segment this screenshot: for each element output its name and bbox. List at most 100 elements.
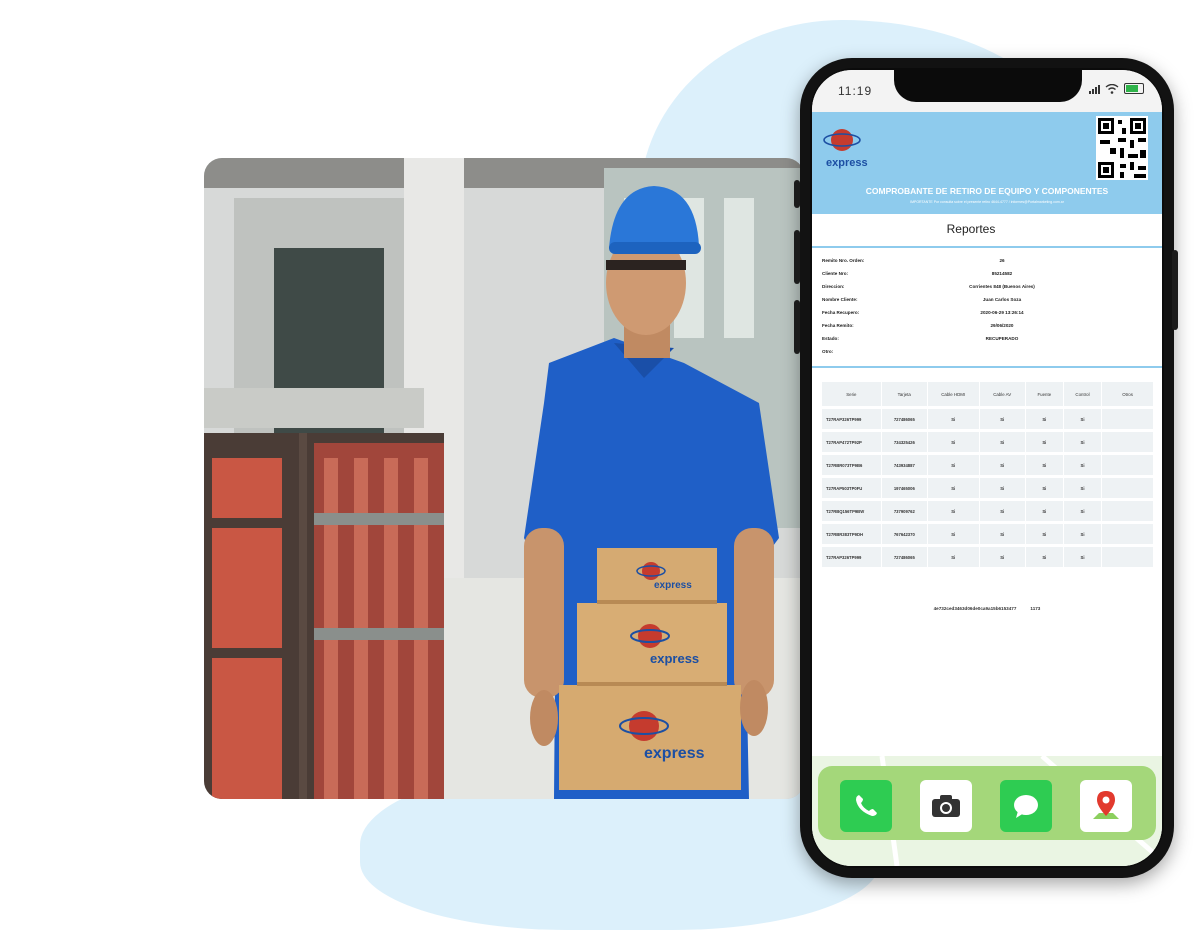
field-label: Otro: bbox=[822, 349, 834, 354]
verification-hash: 4e732ced3463d06de0ca9a15b6153477 1173 bbox=[812, 606, 1162, 611]
table-cell: Si bbox=[1026, 501, 1064, 521]
express-logo: express bbox=[823, 129, 868, 169]
hash-code: 4e732ced3463d06de0ca9a15b6153477 bbox=[933, 606, 1017, 611]
field-row: Direccion: Corrientes 848 (Buenos Aires) bbox=[822, 280, 1152, 293]
column-header: Fuente bbox=[1026, 382, 1064, 406]
field-row: Cliente Nro: 85214582 bbox=[822, 267, 1152, 280]
phone-screen: 11:19 express COMPROBANTE DE RETIRO DE E… bbox=[812, 70, 1162, 866]
field-row: Estado: RECUPERADO bbox=[822, 332, 1152, 345]
table-header: Serie Tarjeta Cable HDMI Cable AV Fuente… bbox=[822, 382, 1155, 406]
table-row: T27RBR383TP9DH 767642370 Si Si Si Si bbox=[822, 524, 1154, 544]
divider-top bbox=[812, 246, 1162, 248]
document-header: express COMPROBANTE DE RETIRO DE EQUIPO … bbox=[812, 112, 1162, 214]
table-cell: Si bbox=[980, 524, 1026, 544]
field-value: 85214582 bbox=[991, 271, 1013, 276]
delivery-photo: express express express bbox=[204, 158, 804, 799]
field-value: Juan Carlos Soza bbox=[982, 297, 1022, 302]
qr-code bbox=[1096, 116, 1148, 180]
box-logo-small: express bbox=[654, 580, 692, 591]
table-cell: Si bbox=[1064, 524, 1103, 544]
table-row: T27RAP472TP92P 734325426 Si Si Si Si bbox=[822, 432, 1154, 452]
table-cell: Si bbox=[1064, 455, 1103, 475]
table-row: T27RBR073TP9B6 743934887 Si Si Si Si bbox=[822, 455, 1154, 475]
volume-down-button bbox=[794, 300, 800, 354]
field-value: 26 bbox=[999, 258, 1005, 263]
table-cell: Si bbox=[980, 455, 1026, 475]
table-cell: 197465006 bbox=[882, 478, 928, 498]
app-dock bbox=[812, 756, 1162, 866]
table-cell: 727486065 bbox=[882, 547, 928, 567]
table-cell: T27RBQ156TP9BW bbox=[822, 501, 882, 521]
table-cell: 767642370 bbox=[882, 524, 928, 544]
field-label: Fecha Remito: bbox=[822, 323, 854, 328]
field-row: Otro: bbox=[822, 345, 1152, 358]
table-row: T27RAP326TP999 727486065 Si Si Si Si bbox=[822, 547, 1154, 567]
phone-notch bbox=[894, 70, 1082, 102]
field-label: Estado: bbox=[822, 336, 839, 341]
table-cell: 737909762 bbox=[882, 501, 928, 521]
volume-up-button bbox=[794, 230, 800, 284]
field-value: 29/06/2020 bbox=[990, 323, 1014, 328]
table-cell bbox=[1102, 547, 1154, 567]
messages-app-icon[interactable] bbox=[1000, 780, 1052, 832]
table-cell: Si bbox=[928, 432, 980, 452]
field-label: Fecha Recupero: bbox=[822, 310, 860, 315]
table-cell: Si bbox=[1064, 409, 1103, 429]
status-bar: 11:19 bbox=[812, 70, 1162, 112]
table-cell: Si bbox=[928, 455, 980, 475]
table-cell: Si bbox=[1064, 547, 1103, 567]
field-value: 2020-06-29 13:26:14 bbox=[980, 310, 1024, 315]
field-label: Cliente Nro: bbox=[822, 271, 849, 276]
divider-bottom bbox=[812, 366, 1162, 368]
table-cell: T27RAP326TP999 bbox=[822, 547, 882, 567]
camera-app-icon[interactable] bbox=[920, 780, 972, 832]
column-header: Serie bbox=[822, 382, 882, 406]
table-cell: Si bbox=[1026, 455, 1064, 475]
status-time: 11:19 bbox=[838, 84, 873, 98]
table-cell bbox=[1102, 432, 1154, 452]
table-row: T27RAP503TP0FU 197465006 Si Si Si Si bbox=[822, 478, 1154, 498]
document-title: COMPROBANTE DE RETIRO DE EQUIPO Y COMPON… bbox=[865, 186, 1109, 196]
table-cell: Si bbox=[980, 478, 1026, 498]
column-header: Cable HDMI bbox=[928, 382, 980, 406]
table-cell: Si bbox=[928, 501, 980, 521]
table-cell: Si bbox=[1026, 432, 1064, 452]
table-row: T27RBQ156TP9BW 737909762 Si Si Si Si bbox=[822, 501, 1154, 521]
table-cell: Si bbox=[980, 501, 1026, 521]
column-header: Tarjeta bbox=[882, 382, 928, 406]
dock-panel bbox=[818, 766, 1156, 840]
table-cell: 734325426 bbox=[882, 432, 928, 452]
table-cell: 743934887 bbox=[882, 455, 928, 475]
table-cell: Si bbox=[1026, 524, 1064, 544]
power-button bbox=[1172, 250, 1178, 330]
table-cell: Si bbox=[1026, 409, 1064, 429]
table-cell: 727486065 bbox=[882, 409, 928, 429]
signal-icon bbox=[1089, 84, 1100, 94]
field-label: Direccion: bbox=[822, 284, 845, 289]
document-subtitle: IMPORTANTE Por consulta sobre el present… bbox=[910, 200, 1064, 204]
table-cell: T27RAP472TP92P bbox=[822, 432, 882, 452]
field-row: Fecha Recupero: 2020-06-29 13:26:14 bbox=[822, 306, 1152, 319]
logo-text: express bbox=[826, 157, 868, 169]
table-cell bbox=[1102, 455, 1154, 475]
table-cell bbox=[1102, 409, 1154, 429]
table-row: T27RAP326TP999 727486065 Si Si Si Si bbox=[822, 409, 1154, 429]
field-label: Nombre Cliente: bbox=[822, 297, 858, 302]
maps-app-icon[interactable] bbox=[1080, 780, 1132, 832]
table-cell: T27RBR383TP9DH bbox=[822, 524, 882, 544]
field-row: Fecha Remito: 29/06/2020 bbox=[822, 319, 1152, 332]
table-cell: Si bbox=[1064, 478, 1103, 498]
table-cell: Si bbox=[980, 432, 1026, 452]
table-cell: Si bbox=[928, 478, 980, 498]
box-logo-medium: express bbox=[650, 651, 699, 666]
phone-app-icon[interactable] bbox=[840, 780, 892, 832]
section-title: Reportes bbox=[946, 222, 996, 236]
box-logo-large: express bbox=[644, 745, 705, 762]
equipment-table: Serie Tarjeta Cable HDMI Cable AV Fuente… bbox=[822, 382, 1155, 567]
field-value: Corrientes 848 (Buenos Aires) bbox=[969, 284, 1035, 289]
battery-icon bbox=[1124, 83, 1144, 94]
field-value: RECUPERADO bbox=[985, 336, 1019, 341]
column-header: Control bbox=[1064, 382, 1103, 406]
table-cell: Si bbox=[928, 409, 980, 429]
table-cell bbox=[1102, 501, 1154, 521]
